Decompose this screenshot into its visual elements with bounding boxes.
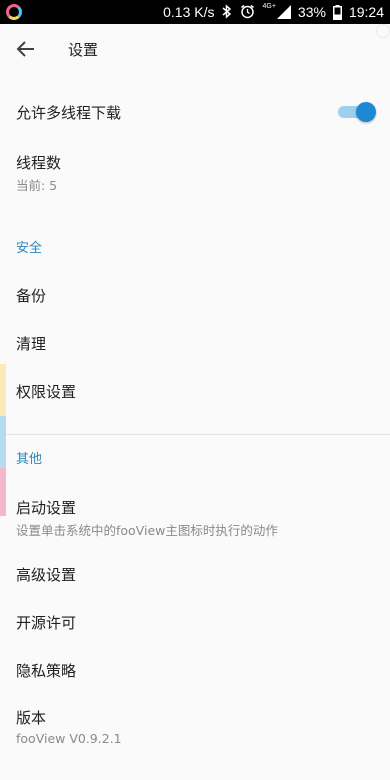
setting-privacy-label: 隐私策略: [16, 662, 77, 680]
setting-version-label: 版本: [16, 709, 47, 727]
setting-privacy[interactable]: 隐私策略: [0, 647, 390, 691]
battery-icon: [332, 4, 342, 20]
edge-strip-pink[interactable]: [0, 468, 6, 516]
setting-backup-label: 备份: [16, 287, 47, 305]
edge-strip-blue[interactable]: [0, 416, 6, 468]
setting-advanced[interactable]: 高级设置: [0, 551, 390, 595]
setting-open-source-label: 开源许可: [16, 614, 77, 632]
setting-permissions-label: 权限设置: [16, 383, 77, 401]
setting-launch-description: 设置单击系统中的fooView主图标时执行的动作: [16, 523, 278, 538]
section-header-security: 安全: [16, 241, 43, 256]
battery-level: 33%: [297, 4, 326, 20]
setting-launch[interactable]: 启动设置 设置单击系统中的fooView主图标时执行的动作: [0, 486, 390, 546]
network-badge: 4G+: [262, 3, 276, 10]
setting-cleanup-label: 清理: [16, 335, 47, 353]
setting-permissions[interactable]: 权限设置: [0, 368, 390, 412]
status-bar: 0.13 K/s 4G+ 33% 19:24: [0, 0, 390, 24]
app-bar: 设置: [0, 24, 390, 74]
app-notification-icon: [6, 4, 22, 20]
clock: 19:24: [348, 4, 384, 20]
multithread-toggle[interactable]: [338, 102, 376, 122]
section-divider: [0, 434, 390, 435]
section-header-other: 其他: [16, 452, 43, 467]
setting-advanced-label: 高级设置: [16, 566, 77, 584]
setting-launch-label: 启动设置: [16, 499, 77, 517]
bluetooth-icon: [221, 3, 233, 21]
setting-thread-count-value: 当前: 5: [16, 178, 58, 193]
alarm-icon: [240, 4, 255, 21]
setting-version[interactable]: 版本 fooView V0.9.2.1: [0, 696, 390, 756]
setting-multithread[interactable]: 允许多线程下载: [0, 88, 390, 136]
setting-cleanup[interactable]: 清理: [0, 320, 390, 364]
setting-open-source[interactable]: 开源许可: [0, 599, 390, 643]
floating-widget-icon: [376, 24, 390, 38]
edge-strip-yellow[interactable]: [0, 364, 6, 416]
arrow-back-icon[interactable]: [14, 37, 38, 61]
network-speed: 0.13 K/s: [163, 4, 215, 20]
setting-version-value: fooView V0.9.2.1: [16, 731, 122, 746]
setting-multithread-label: 允许多线程下载: [16, 104, 122, 122]
setting-backup[interactable]: 备份: [0, 272, 390, 316]
setting-thread-count-label: 线程数: [16, 154, 62, 172]
setting-thread-count[interactable]: 线程数 当前: 5: [0, 140, 390, 200]
page-title: 设置: [68, 41, 99, 59]
signal-icon: [276, 5, 291, 19]
toggle-thumb: [356, 102, 376, 122]
